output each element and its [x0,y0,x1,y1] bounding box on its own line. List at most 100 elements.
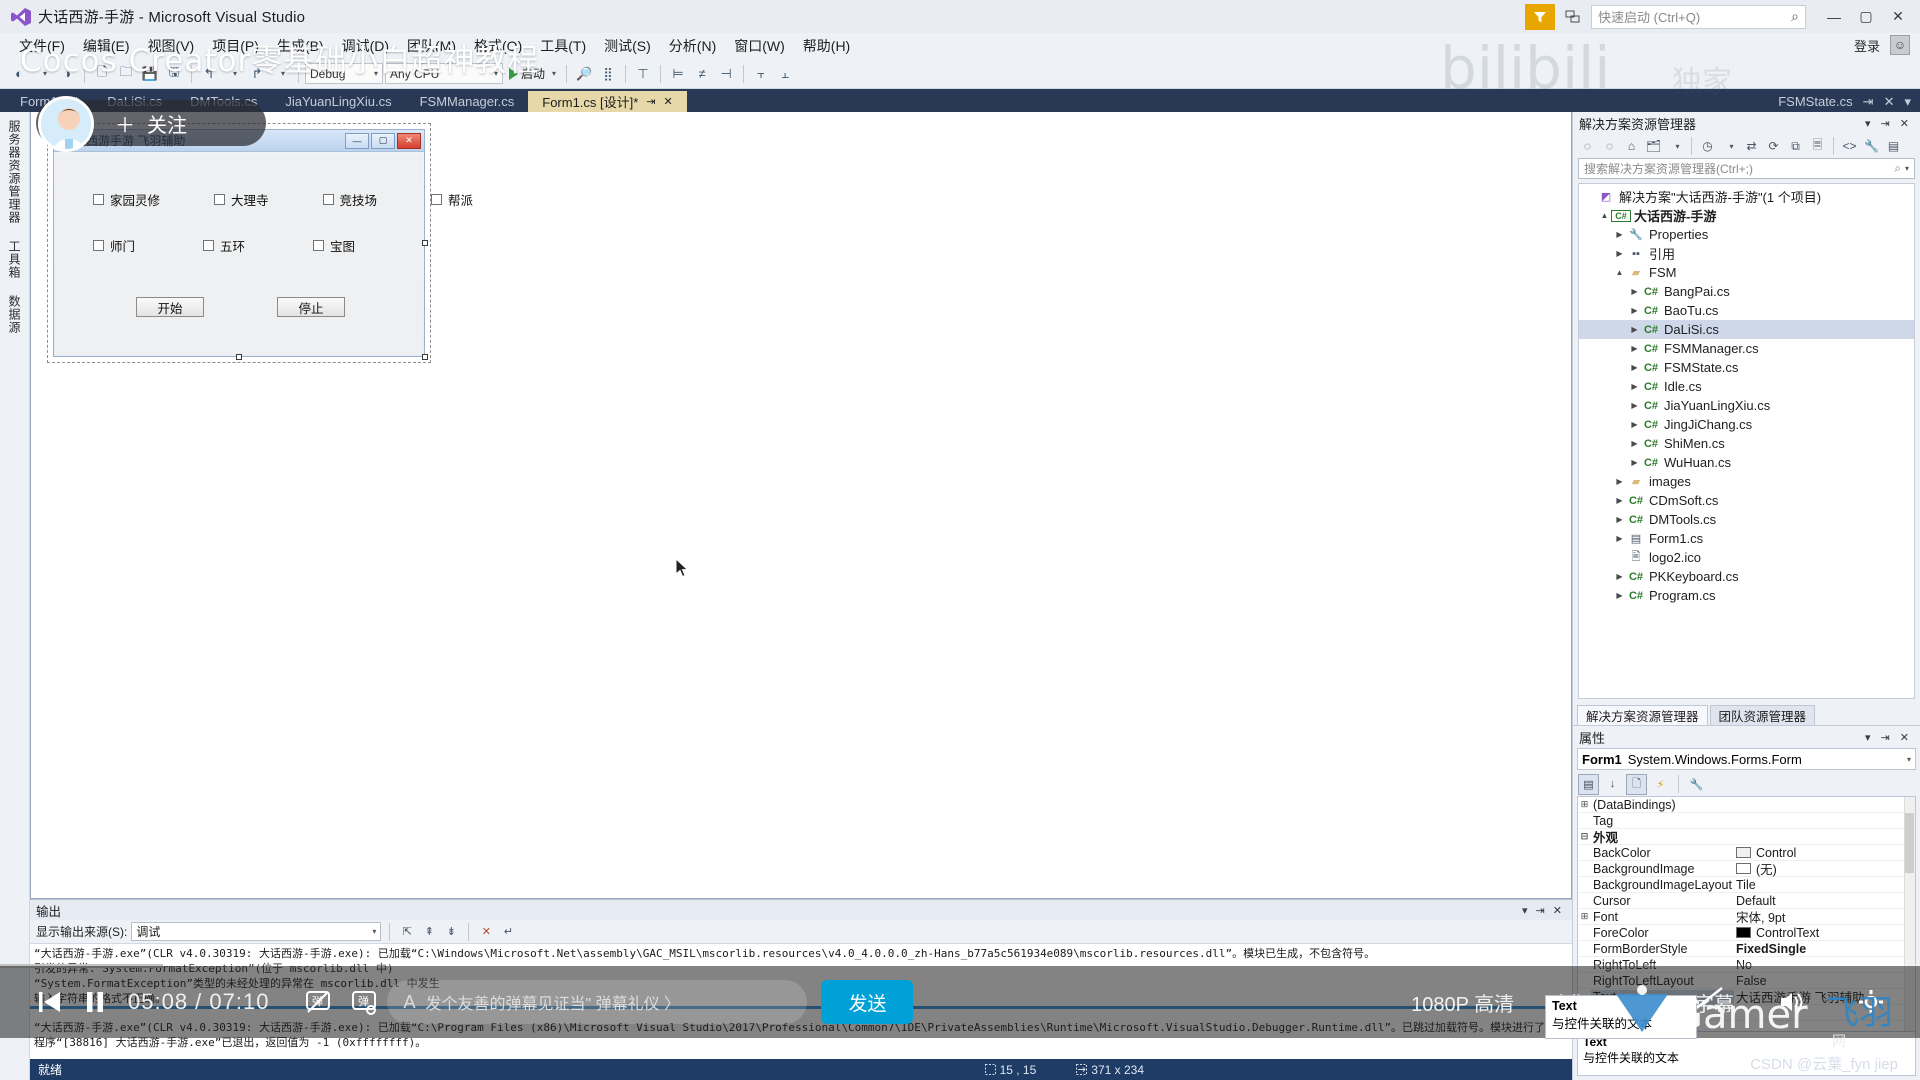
redo-icon[interactable]: ↱ [246,63,268,85]
expand-arrow-icon[interactable]: ▶ [1628,287,1641,296]
pin-icon[interactable]: ⇥ [1532,904,1549,917]
tree-node[interactable]: 🖹 logo2.ico [1579,548,1914,567]
undo-icon[interactable]: ↰ [198,63,220,85]
menu-help[interactable]: 帮助(H) [794,33,859,59]
filter-dropdown-icon[interactable]: ▾ [1665,136,1686,157]
tree-node[interactable]: ▶ C# JiaYuanLingXiu.cs [1579,396,1914,415]
menu-project[interactable]: 项目(P) [203,33,268,59]
checkbox-box[interactable] [322,194,334,205]
property-row[interactable]: BackgroundImage (无) [1578,861,1915,877]
menu-team[interactable]: 团队(M) [398,33,465,59]
output-source-combo[interactable]: 调试 ▾ [131,922,382,941]
expand-arrow-icon[interactable]: ▲ [1598,211,1611,220]
feedback-icon[interactable] [1525,3,1555,30]
property-row[interactable]: ForeColor ControlText [1578,925,1915,941]
start-debug-button[interactable]: 启动 ▾ [505,65,560,82]
save-all-icon[interactable]: 🖫 [163,63,185,85]
navigate-back-dropdown-icon[interactable]: ▾ [32,63,54,85]
menu-format[interactable]: 格式(O) [465,33,531,59]
checkbox-box[interactable] [313,240,325,251]
tree-node[interactable]: ▶ C# ShiMen.cs [1579,434,1914,453]
goto-previous-icon[interactable]: ⇞ [420,923,438,941]
tree-node[interactable]: ▶ ▤ Form1.cs [1579,529,1914,548]
expand-arrow-icon[interactable]: ▶ [1613,534,1626,543]
notification-icon[interactable] [1559,4,1585,30]
undo-dropdown-icon[interactable]: ▾ [222,63,244,85]
expand-arrow-icon[interactable]: ▶ [1628,344,1641,353]
tree-node[interactable]: ▶ C# Program.cs [1579,586,1914,605]
pending-changes-filter-icon[interactable]: 🗂 [1643,136,1664,157]
expand-arrow-icon[interactable]: ▶ [1628,363,1641,372]
make-same-width-icon[interactable]: ⫟ [750,63,772,85]
checkbox-box[interactable] [431,194,443,205]
avatar[interactable] [38,96,94,152]
property-value[interactable]: Default [1734,894,1915,908]
navigate-forward-icon[interactable]: ◑ [56,63,78,85]
clear-all-icon[interactable]: ✕ [477,923,495,941]
tab-team-explorer[interactable]: 团队资源管理器 [1709,705,1816,725]
expand-arrow-icon[interactable]: ▲ [1613,268,1626,277]
tree-node[interactable]: ▶ C# Idle.cs [1579,377,1914,396]
maximize-button[interactable]: ▢ [1850,4,1882,30]
expand-arrow-icon[interactable]: ▶ [1613,477,1626,486]
tree-node[interactable]: ▲ ▰ FSM [1579,263,1914,282]
solution-platform-combo[interactable]: Any CPU ▾ [385,63,503,84]
solution-explorer-tree[interactable]: ◩ 解决方案"大话西游-手游"(1 个项目) ▲ C# 大话西游-手游 ▶ 🔧 Propert… [1578,183,1915,699]
property-row[interactable]: ⊟ 外观 [1578,829,1915,845]
solution-configuration-combo[interactable]: Debug ▾ [305,63,383,84]
chevron-down-icon[interactable]: ▾ [1860,731,1876,744]
sign-in-link[interactable]: 登录 [1854,36,1880,55]
tab-solution-explorer[interactable]: 解决方案资源管理器 [1577,705,1708,725]
collapse-all-icon[interactable]: ⧉ [1785,136,1806,157]
open-file-icon[interactable]: 🗀 [115,63,137,85]
preview-selected-items-icon[interactable]: ▤ [1883,136,1904,157]
menu-tools[interactable]: 工具(T) [531,33,595,59]
align-top-icon[interactable]: ⊤ [632,63,654,85]
tree-node[interactable]: ▲ C# 大话西游-手游 [1579,206,1914,225]
align-centers-icon[interactable]: ≠ [691,63,713,85]
account-icon[interactable]: ☺ [1890,35,1910,55]
tab-form1-designer[interactable]: Form1.cs [设计]* ⇥ ✕ [528,91,687,112]
previous-icon[interactable] [26,979,72,1025]
quick-launch-input[interactable]: 快速启动 (Ctrl+Q) ⌕ [1591,4,1806,29]
alphabetical-view-icon[interactable]: ↓ [1602,774,1623,795]
checkbox-baotu[interactable]: 宝图 [313,236,355,255]
pin-icon[interactable]: ⇥ [646,95,655,108]
start-button[interactable]: 开始 [136,297,204,317]
expand-icon[interactable]: ⊞ [1578,911,1591,922]
chevron-down-icon[interactable]: ▾ [1899,94,1916,110]
align-lefts-icon[interactable]: ⊨ [667,63,689,85]
properties-object-combo[interactable]: Form1 System.Windows.Forms.Form ▾ [1577,748,1916,770]
toggle-word-wrap-icon[interactable]: ↵ [499,923,517,941]
make-same-height-icon[interactable]: ⫠ [774,63,796,85]
winforms-designer-surface[interactable]: 大话西游手游 飞羽辅助 — ▢ ✕ 家园灵修 大理寺 竞技场 帮派 师门 五环 … [30,112,1572,899]
tree-node[interactable]: ◩ 解决方案"大话西游-手游"(1 个项目) [1579,187,1914,206]
expand-arrow-icon[interactable]: ▶ [1613,572,1626,581]
home-icon[interactable]: ⌂ [1621,136,1642,157]
view-designer-icon[interactable]: 🗏 [1807,136,1828,157]
properties-icon[interactable]: 🔧 [1861,136,1882,157]
show-all-files-icon[interactable]: ◷ [1697,136,1718,157]
tree-node[interactable]: ▶ C# BangPai.cs [1579,282,1914,301]
settings-gear-icon[interactable] [1848,979,1894,1025]
minimize-button[interactable]: — [1818,4,1850,30]
expand-arrow-icon[interactable]: ▶ [1628,401,1641,410]
form-close-button[interactable]: ✕ [397,132,421,149]
checkbox-box[interactable] [93,194,104,205]
goto-next-icon[interactable]: ⇟ [442,923,460,941]
expand-arrow-icon[interactable]: ▶ [1613,249,1626,258]
resize-handle-right[interactable] [422,240,428,246]
expand-arrow-icon[interactable]: ▶ [1628,382,1641,391]
close-icon[interactable]: ✕ [1549,904,1566,917]
expand-arrow-icon[interactable]: ▶ [1628,306,1641,315]
form-minimize-button[interactable]: — [345,132,369,149]
resize-handle-bottom[interactable] [236,354,242,360]
quality-selector[interactable]: 1080P 高清 [1411,988,1514,1017]
danmaku-off-icon[interactable]: 弹 [295,979,341,1025]
menu-test[interactable]: 测试(S) [595,33,660,59]
property-value[interactable]: ControlText [1734,926,1915,940]
design-form[interactable]: 大话西游手游 飞羽辅助 — ▢ ✕ 家园灵修 大理寺 竞技场 帮派 师门 五环 … [47,123,473,363]
show-all-files-dropdown-icon[interactable]: ▾ [1719,136,1740,157]
property-value[interactable]: (无) [1734,859,1915,878]
tree-node[interactable]: ▶ C# CDmSoft.cs [1579,491,1914,510]
